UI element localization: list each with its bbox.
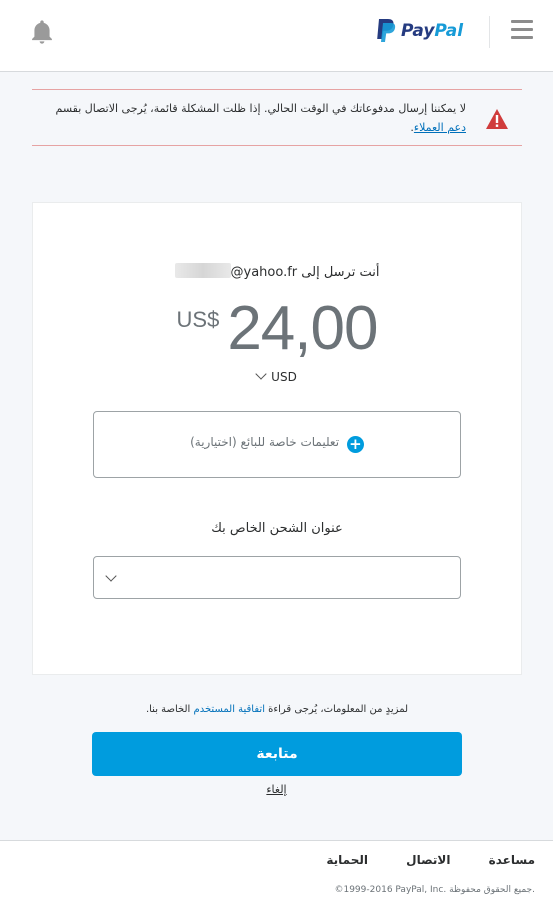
header-divider xyxy=(489,16,490,48)
redacted-text xyxy=(174,263,231,278)
shipping-address-select[interactable] xyxy=(93,556,461,599)
alert-message: لا يمكننا إرسال مدفوعاتك في الوقت الحالي… xyxy=(55,102,466,134)
customer-support-link[interactable]: دعم العملاء xyxy=(414,121,466,134)
paypal-p-icon xyxy=(377,19,396,42)
payment-card: أنت ترسل إلى @yahoo.fr US$ 24,00 USD + تع… xyxy=(32,202,522,675)
footer-link-help[interactable]: مساعدة xyxy=(489,853,535,867)
error-alert: لا يمكننا إرسال مدفوعاتك في الوقت الحالي… xyxy=(32,89,522,146)
footer-link-contact[interactable]: الاتصال xyxy=(406,853,450,867)
shipping-address-label: عنوان الشحن الخاص بك xyxy=(211,521,343,536)
user-agreement-link[interactable]: اتفاقية المستخدم xyxy=(194,704,265,715)
bell-icon[interactable] xyxy=(28,18,56,46)
recipient-email: @yahoo.fr xyxy=(174,263,297,280)
plus-icon: + xyxy=(346,436,364,453)
user-agreement-note: لمزيدٍ من المعلومات، يُرجى قراءة اتفاقية… xyxy=(145,704,409,715)
top-header: PayPal xyxy=(0,0,553,72)
currency-selector[interactable]: USD xyxy=(33,368,521,384)
chevron-down-icon xyxy=(105,570,117,582)
chevron-down-icon xyxy=(255,368,267,380)
seller-note-field[interactable]: + تعليمات خاصة للبائع (اختيارية) xyxy=(93,411,461,478)
currency-symbol: US$ xyxy=(176,307,220,332)
recipient-line: أنت ترسل إلى @yahoo.fr xyxy=(33,263,521,280)
hamburger-menu-icon[interactable] xyxy=(511,20,533,42)
seller-note-placeholder: تعليمات خاصة للبائع (اختيارية) xyxy=(190,435,340,449)
footer-links: مساعدة الاتصال الحماية xyxy=(292,853,535,867)
warning-icon xyxy=(486,109,508,129)
footer-link-security[interactable]: الحماية xyxy=(326,853,368,867)
cancel-link[interactable]: إلغاء xyxy=(0,783,553,796)
amount-value[interactable]: 24,00 xyxy=(227,294,378,363)
logo-text: PayPal xyxy=(401,21,464,41)
continue-button[interactable]: متابعة xyxy=(92,732,462,776)
footer: مساعدة الاتصال الحماية ©1999-2016 PayPal… xyxy=(0,840,553,912)
amount-display: US$ 24,00 xyxy=(33,293,521,364)
copyright: ©1999-2016 PayPal, Inc. جميع الحقوق محفو… xyxy=(334,885,535,895)
paypal-logo[interactable]: PayPal xyxy=(375,16,463,46)
